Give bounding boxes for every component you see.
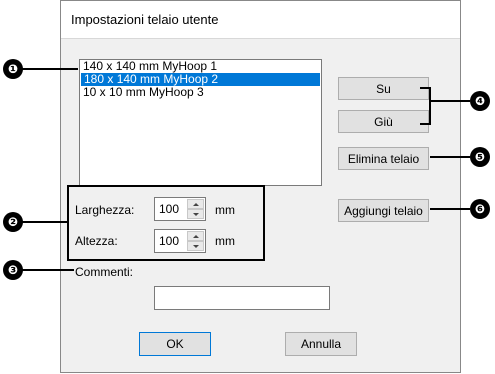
callout-badge-6: ❻ bbox=[470, 199, 490, 219]
callout-badge-2: ❷ bbox=[3, 212, 23, 232]
callout-badge-1: ❶ bbox=[3, 59, 23, 79]
callout-badge-4: ❹ bbox=[470, 91, 490, 111]
callout-badge-3: ❸ bbox=[3, 260, 23, 280]
callout-badge-5: ❺ bbox=[470, 147, 490, 167]
callout-lines bbox=[22, 68, 470, 271]
callout-line-4 bbox=[420, 87, 470, 125]
